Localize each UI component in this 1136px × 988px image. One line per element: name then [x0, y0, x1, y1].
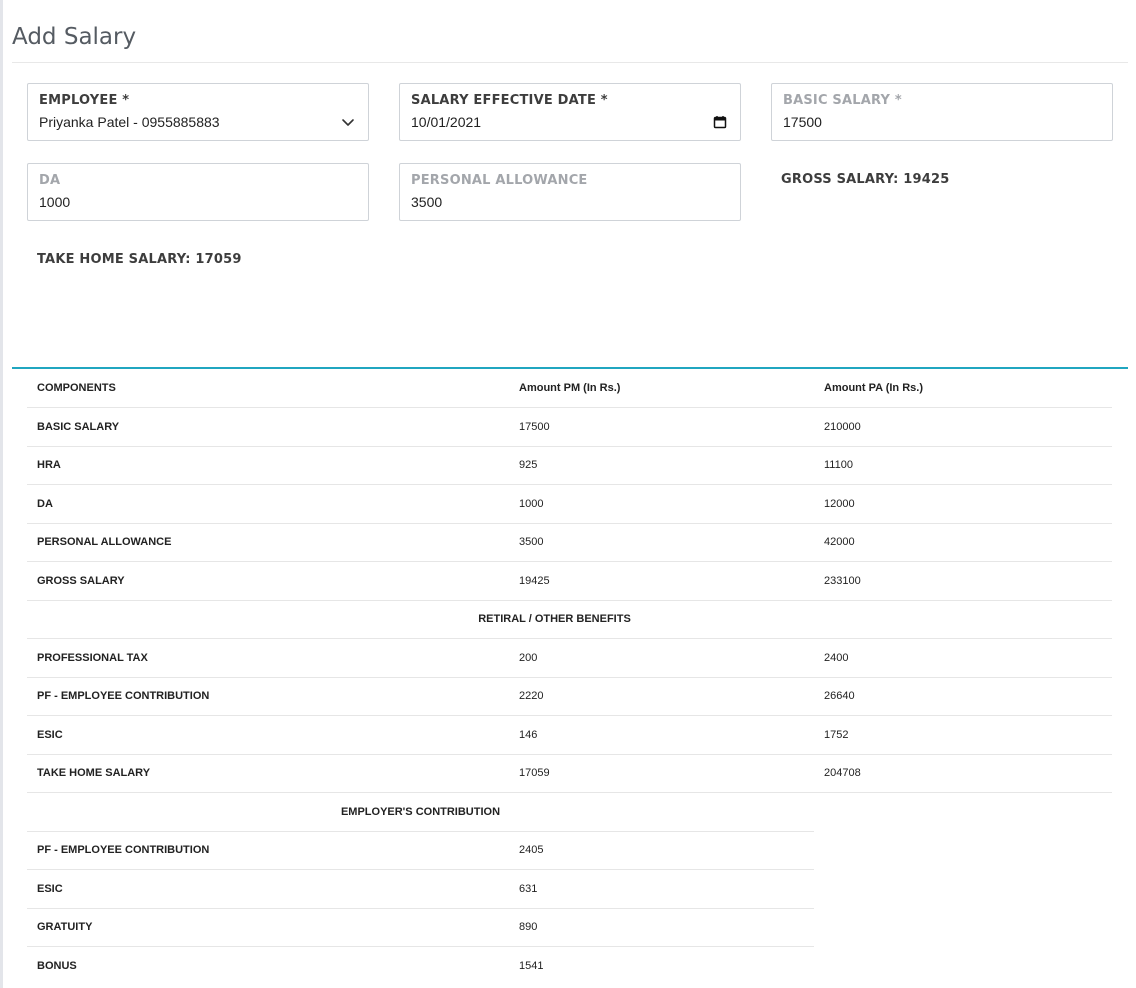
table-row: HRA 925 11100: [27, 446, 1112, 485]
pa-cell: 1752: [814, 715, 1112, 755]
salary-breakdown: COMPONENTS Amount PM (In Rs.) Amount PA …: [12, 367, 1128, 985]
pm-cell: 2405: [509, 831, 814, 870]
component-cell: GRATUITY: [27, 908, 509, 947]
chevron-down-icon[interactable]: [340, 114, 356, 130]
table-row: PF - EMPLOYEE CONTRIBUTION 2220 26640: [27, 677, 1112, 716]
basic-salary-label: BASIC SALARY *: [783, 93, 902, 108]
header-components: COMPONENTS: [27, 369, 509, 408]
pm-cell: 2220: [509, 677, 814, 716]
table-row: PERSONAL ALLOWANCE 3500 42000: [27, 523, 1112, 562]
pm-cell: 925: [509, 446, 814, 485]
pm-cell: 631: [509, 869, 814, 909]
pa-cell: 210000: [814, 407, 1112, 447]
da-input[interactable]: [39, 194, 339, 210]
section-row-retiral: RETIRAL / OTHER BENEFITS: [27, 600, 1112, 639]
component-cell: PF - EMPLOYEE CONTRIBUTION: [27, 831, 509, 870]
component-cell: PERSONAL ALLOWANCE: [27, 523, 509, 562]
gross-salary-summary: GROSS SALARY: 19425: [781, 172, 950, 187]
page-title: Add Salary: [12, 24, 137, 50]
component-cell: ESIC: [27, 715, 509, 755]
pa-cell: 2400: [814, 638, 1112, 678]
pa-cell: 233100: [814, 561, 1112, 601]
pm-cell: 17059: [509, 754, 814, 793]
employee-value: Priyanka Patel - 0955885883: [39, 114, 220, 130]
basic-salary-input[interactable]: [783, 114, 1083, 130]
pa-cell: 204708: [814, 754, 1112, 793]
employer-heading: EMPLOYER'S CONTRIBUTION: [27, 792, 814, 832]
pa-cell: 12000: [814, 484, 1112, 524]
section-row-employer: EMPLOYER'S CONTRIBUTION: [27, 792, 1112, 832]
pm-cell: 17500: [509, 407, 814, 447]
pm-cell: 890: [509, 908, 814, 947]
retiral-heading: RETIRAL / OTHER BENEFITS: [27, 600, 1112, 639]
employee-select[interactable]: EMPLOYEE * Priyanka Patel - 0955885883: [27, 83, 369, 141]
table-row: BONUS 1541: [27, 947, 1112, 986]
table-row: GROSS SALARY 19425 233100: [27, 561, 1112, 601]
table-row: GRATUITY 890: [27, 908, 1112, 947]
effective-date-label: SALARY EFFECTIVE DATE *: [411, 93, 608, 108]
table-row: TAKE HOME SALARY 17059 204708: [27, 754, 1112, 793]
component-cell: DA: [27, 484, 509, 524]
table-row: BASIC SALARY 17500 210000: [27, 407, 1112, 447]
component-cell: ESIC: [27, 869, 509, 909]
salary-table: COMPONENTS Amount PM (In Rs.) Amount PA …: [27, 369, 1112, 985]
table-row: ESIC 146 1752: [27, 715, 1112, 755]
table-row: PF - EMPLOYEE CONTRIBUTION 2405: [27, 831, 1112, 870]
component-cell: GROSS SALARY: [27, 561, 509, 601]
da-field[interactable]: DA: [27, 163, 369, 221]
table-row: ESIC 631: [27, 869, 1112, 909]
pm-cell: 1000: [509, 484, 814, 524]
da-label: DA: [39, 173, 61, 188]
pm-cell: 146: [509, 715, 814, 755]
pa-cell: 11100: [814, 446, 1112, 485]
component-cell: HRA: [27, 446, 509, 485]
component-cell: TAKE HOME SALARY: [27, 754, 509, 793]
header-amount-pm: Amount PM (In Rs.): [509, 369, 814, 408]
employee-label: EMPLOYEE *: [39, 93, 130, 108]
component-cell: PROFESSIONAL TAX: [27, 638, 509, 678]
basic-salary-field[interactable]: BASIC SALARY *: [771, 83, 1113, 141]
personal-allowance-input[interactable]: [411, 194, 711, 210]
personal-allowance-label: PERSONAL ALLOWANCE: [411, 173, 588, 188]
effective-date-field[interactable]: SALARY EFFECTIVE DATE *: [399, 83, 741, 141]
pm-cell: 1541: [519, 960, 544, 972]
personal-allowance-field[interactable]: PERSONAL ALLOWANCE: [399, 163, 741, 221]
take-home-summary: TAKE HOME SALARY: 17059: [37, 252, 242, 267]
pm-cell: 200: [509, 638, 814, 678]
calendar-icon[interactable]: [712, 114, 728, 130]
left-rail: [0, 0, 3, 988]
table-row: PROFESSIONAL TAX 200 2400: [27, 638, 1112, 678]
table-row: DA 1000 12000: [27, 484, 1112, 524]
effective-date-input[interactable]: [411, 114, 711, 130]
pm-cell: 19425: [509, 561, 814, 601]
component-cell: BONUS: [37, 960, 77, 972]
component-cell: PF - EMPLOYEE CONTRIBUTION: [27, 677, 509, 716]
component-cell: BASIC SALARY: [27, 407, 509, 447]
pa-cell: 26640: [814, 677, 1112, 716]
pa-cell: 42000: [814, 523, 1112, 562]
title-divider: [12, 62, 1128, 63]
table-header-row: COMPONENTS Amount PM (In Rs.) Amount PA …: [27, 369, 1112, 408]
header-amount-pa: Amount PA (In Rs.): [814, 369, 1112, 408]
pm-cell: 3500: [509, 523, 814, 562]
